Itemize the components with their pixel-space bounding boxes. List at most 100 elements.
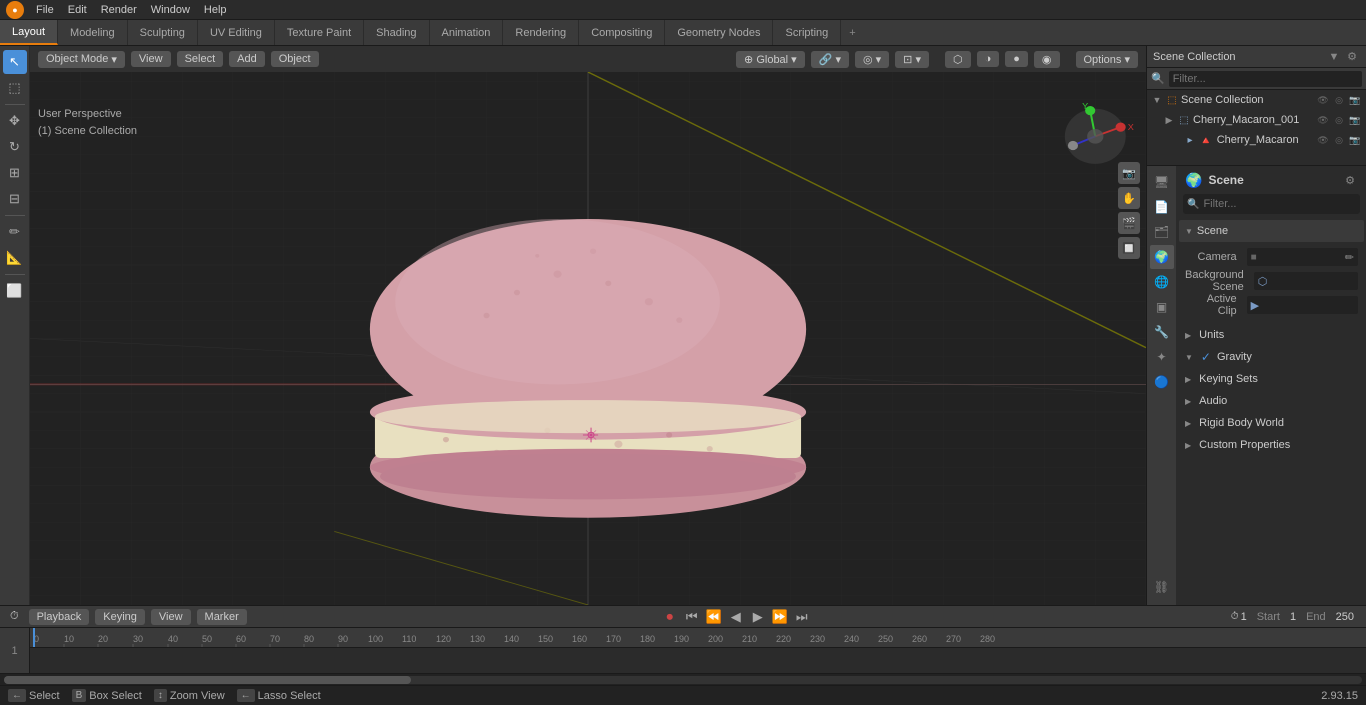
marker-menu[interactable]: Marker (197, 609, 247, 625)
sel-btn-macaron[interactable]: ◎ (1332, 133, 1346, 147)
viewport-pan-icon[interactable]: ✋ (1118, 187, 1140, 209)
play-reverse-button[interactable]: ◀ (726, 607, 746, 627)
outliner-filter-icon[interactable]: ▼ (1326, 49, 1342, 65)
menu-help[interactable]: Help (198, 2, 233, 18)
timeline-view-menu[interactable]: View (151, 609, 191, 625)
outliner-settings-icon[interactable]: ⚙ (1344, 49, 1360, 65)
playback-menu[interactable]: Playback (29, 609, 90, 625)
jump-end-button[interactable]: ⏭ (792, 607, 812, 627)
scene-section-header[interactable]: ▼ Scene (1179, 220, 1364, 242)
tab-geometry-nodes[interactable]: Geometry Nodes (665, 20, 773, 45)
props-tab-output[interactable]: 📄 (1150, 195, 1174, 219)
props-panel-filter[interactable]: ⚙ (1342, 172, 1358, 188)
menu-render[interactable]: Render (95, 2, 143, 18)
rigid-body-section[interactable]: ▶ Rigid Body World (1179, 412, 1364, 434)
tab-layout[interactable]: Layout (0, 20, 58, 45)
select-menu[interactable]: Select (177, 51, 224, 67)
camera-edit-icon[interactable]: ✏ (1345, 251, 1354, 264)
props-tab-view-layer[interactable]: 🗂 (1150, 220, 1174, 244)
scale-tool[interactable]: ⊞ (3, 161, 27, 185)
timeline-keyframe-area[interactable] (30, 648, 1366, 673)
props-tab-physics[interactable]: 🔵 (1150, 370, 1174, 394)
viewport-shading-render[interactable]: ◉ (1034, 51, 1060, 68)
add-cube-tool[interactable]: ⬜ (3, 279, 27, 303)
tab-sculpting[interactable]: Sculpting (128, 20, 198, 45)
outliner-item-macaron[interactable]: ▸ 🔺 Cherry_Macaron 👁 ◎ 📷 (1147, 130, 1366, 150)
camera-value[interactable]: ■ ✏ (1247, 248, 1358, 266)
gravity-section[interactable]: ▼ ✓ Gravity (1179, 346, 1364, 368)
props-tab-object[interactable]: ▣ (1150, 295, 1174, 319)
tab-uv-editing[interactable]: UV Editing (198, 20, 275, 45)
annotate-tool[interactable]: ✏ (3, 220, 27, 244)
end-frame-field[interactable]: 250 (1330, 609, 1360, 625)
render-btn[interactable]: 📷 (1348, 113, 1362, 127)
units-section[interactable]: ▶ Units (1179, 324, 1364, 346)
scrollbar-track[interactable] (4, 676, 1362, 684)
viewport-shading-wire[interactable]: ⬡ (945, 51, 971, 68)
measure-tool[interactable]: 📐 (3, 246, 27, 270)
cursor-tool[interactable]: ↖ (3, 50, 27, 74)
add-workspace-button[interactable]: + (841, 20, 863, 45)
tab-compositing[interactable]: Compositing (579, 20, 665, 45)
step-forward-button[interactable]: ⏩ (770, 607, 790, 627)
timeline-ruler[interactable]: 0 10 20 30 40 50 60 70 80 90 100 110 120… (30, 628, 1366, 673)
gravity-checkbox-checked[interactable]: ✓ (1201, 350, 1211, 364)
tab-rendering[interactable]: Rendering (503, 20, 579, 45)
vis-btn-macaron[interactable]: 👁 (1316, 133, 1330, 147)
props-tab-particles[interactable]: ✦ (1150, 345, 1174, 369)
play-button[interactable]: ▶ (748, 607, 768, 627)
props-tab-modifier[interactable]: 🔧 (1150, 320, 1174, 344)
current-frame-field[interactable]: ⏱ 1 (1225, 609, 1253, 625)
step-back-button[interactable]: ⏪ (704, 607, 724, 627)
outliner-search-input[interactable] (1169, 71, 1362, 87)
menu-file[interactable]: File (30, 2, 60, 18)
viewport-canvas[interactable]: X Y User Perspective (1) Scene Collectio… (30, 72, 1146, 605)
transform-tool[interactable]: ⊟ (3, 187, 27, 211)
viewport-3d[interactable]: Object Mode ▾ View Select Add Object ⊕ G… (30, 46, 1146, 605)
active-clip-value[interactable]: ▶ (1247, 296, 1358, 314)
mode-selector[interactable]: Object Mode ▾ (38, 51, 125, 68)
menu-edit[interactable]: Edit (62, 2, 93, 18)
props-tab-scene[interactable]: 🌍 (1150, 245, 1174, 269)
viewport-shading-solid[interactable]: ◑ (977, 51, 1000, 67)
outliner-scene-collection[interactable]: ▼ ⬚ Scene Collection 👁 ◎ 📷 (1147, 90, 1366, 110)
viewport-film-icon[interactable]: 🎬 (1118, 212, 1140, 234)
menu-window[interactable]: Window (145, 2, 196, 18)
jump-start-button[interactable]: ⏮ (682, 607, 702, 627)
proportional-edit[interactable]: ◎ ▾ (855, 51, 889, 68)
move-tool[interactable]: ✥ (3, 109, 27, 133)
viewport-camera-icon[interactable]: 📷 (1118, 162, 1140, 184)
audio-section[interactable]: ▶ Audio (1179, 390, 1364, 412)
add-menu[interactable]: Add (229, 51, 265, 67)
props-tab-constraints[interactable]: ⛓ (1150, 575, 1174, 599)
timeline-scrollbar[interactable] (0, 673, 1366, 685)
outliner-item-macaron-001[interactable]: ▶ ⬚ Cherry_Macaron_001 👁 ◎ 📷 (1147, 110, 1366, 130)
rnd-btn-macaron[interactable]: 📷 (1348, 133, 1362, 147)
view-menu[interactable]: View (131, 51, 171, 67)
tab-scripting[interactable]: Scripting (773, 20, 841, 45)
transform-pivot[interactable]: ⊡ ▾ (895, 51, 929, 68)
viewport-shading-material[interactable]: ● (1005, 51, 1028, 67)
visibility-btn[interactable]: 👁 (1316, 113, 1330, 127)
select-icon[interactable]: ◎ (1332, 93, 1346, 107)
tab-shading[interactable]: Shading (364, 20, 429, 45)
keying-sets-section[interactable]: ▶ Keying Sets (1179, 368, 1364, 390)
rotate-tool[interactable]: ↻ (3, 135, 27, 159)
options-btn[interactable]: Options ▾ (1076, 51, 1139, 68)
tab-texture-paint[interactable]: Texture Paint (275, 20, 364, 45)
start-frame-field[interactable]: 1 (1284, 609, 1302, 625)
keying-menu[interactable]: Keying (95, 609, 145, 625)
background-scene-value[interactable]: ⬡ (1254, 272, 1358, 290)
snap-toggle[interactable]: 🔗 ▾ (811, 51, 849, 68)
visibility-icon[interactable]: 👁 (1316, 93, 1330, 107)
viewport-render-icon[interactable]: 🔲 (1118, 237, 1140, 259)
custom-props-section[interactable]: ▶ Custom Properties (1179, 434, 1364, 456)
props-search-input[interactable] (1203, 198, 1356, 210)
props-tab-render[interactable]: 🖥 (1150, 170, 1174, 194)
props-tab-world[interactable]: 🌐 (1150, 270, 1174, 294)
transform-orient[interactable]: ⊕ Global ▾ (736, 51, 805, 68)
tab-animation[interactable]: Animation (430, 20, 504, 45)
select-btn[interactable]: ◎ (1332, 113, 1346, 127)
object-menu[interactable]: Object (271, 51, 319, 67)
select-box-tool[interactable]: ⬚ (3, 76, 27, 100)
